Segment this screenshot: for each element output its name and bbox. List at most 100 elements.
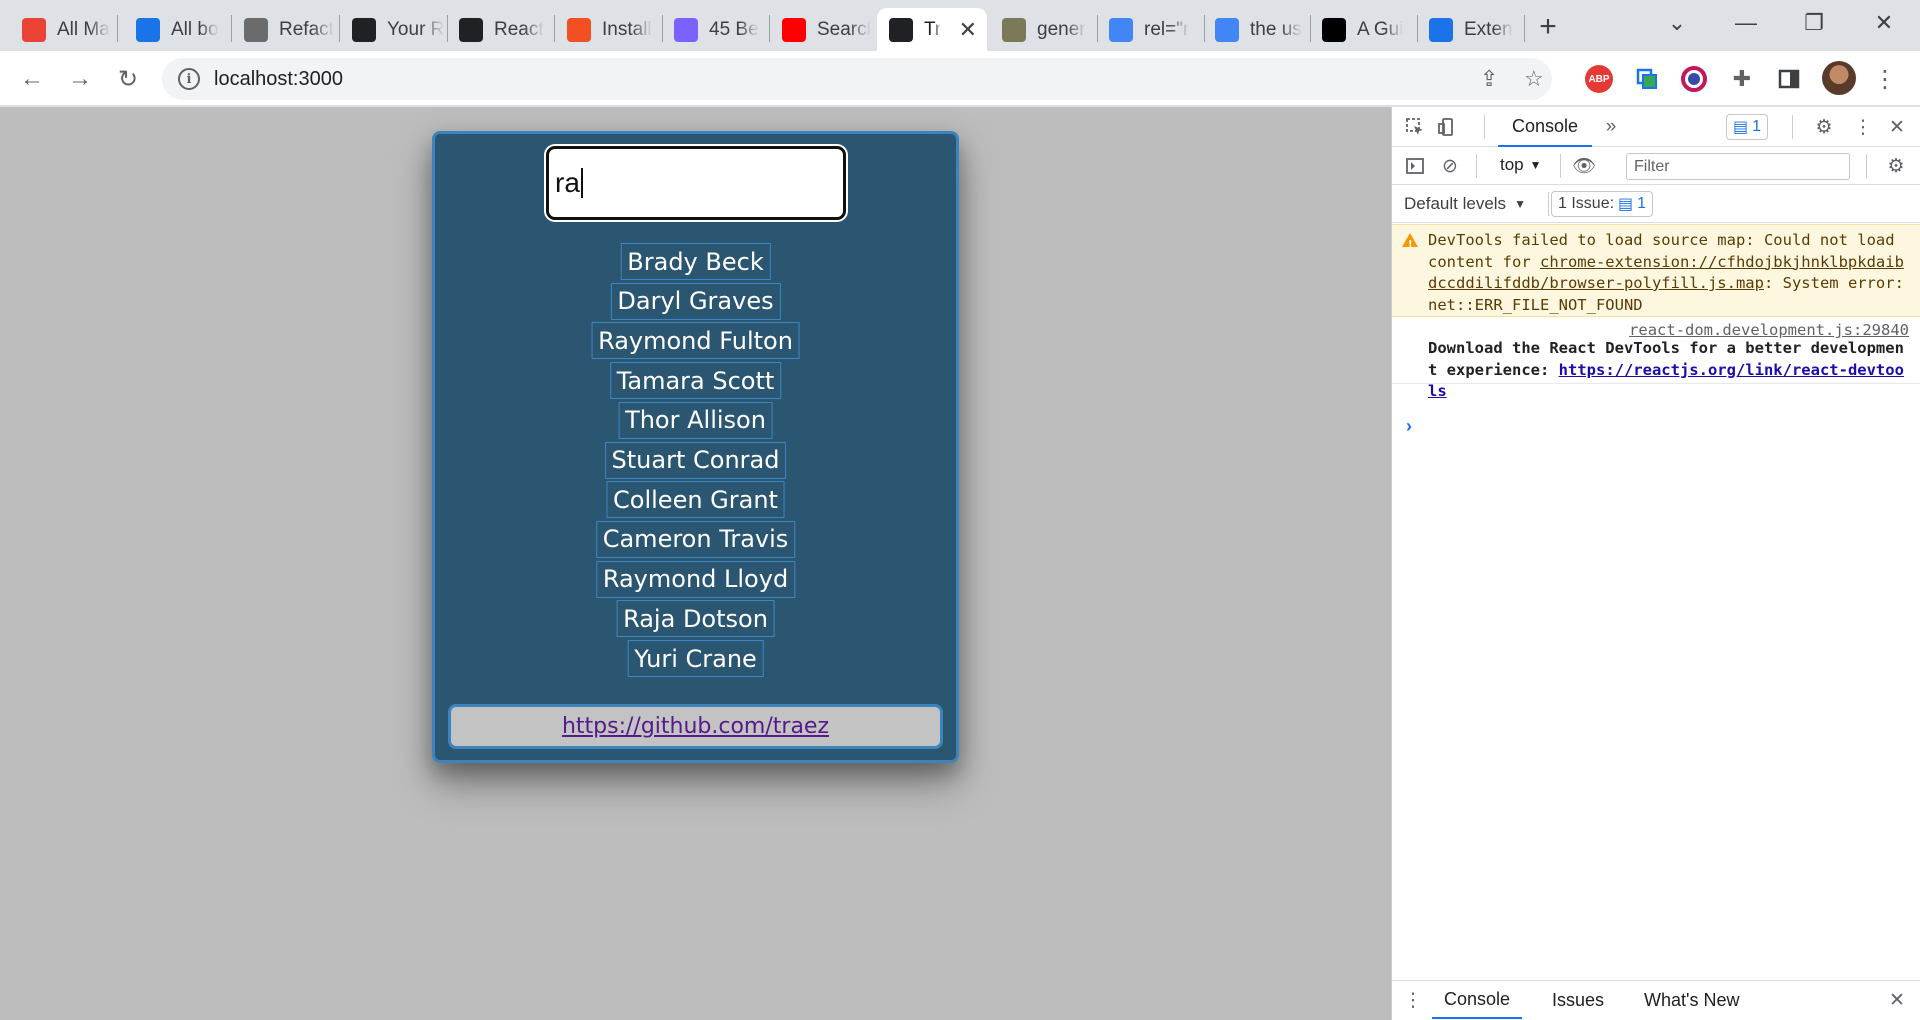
browser-tab[interactable]: Tr ✕ xyxy=(877,8,987,51)
filter-placeholder: Filter xyxy=(1634,157,1670,175)
console-warning-message: DevTools failed to load source map: Coul… xyxy=(1392,224,1920,317)
side-panel-icon[interactable] xyxy=(1774,64,1804,94)
browser-tab[interactable]: Exten xyxy=(1417,8,1523,51)
browser-tab[interactable]: Searcl xyxy=(770,8,876,51)
context-selector[interactable]: top ▼ xyxy=(1500,155,1542,175)
console-toolbar: ⊘ top ▼ 👁 Filter ⚙ xyxy=(1392,147,1920,185)
restore-button[interactable]: ❐ xyxy=(1780,0,1848,45)
devtools-drawer: ⋮ Console Issues What's New ✕ xyxy=(1392,980,1920,1020)
adblock-plus-icon[interactable]: ABP xyxy=(1584,64,1614,94)
close-tab-icon[interactable]: ✕ xyxy=(959,17,977,43)
issues-badge-top[interactable]: ▤ 1 xyxy=(1726,114,1769,140)
profile-avatar[interactable] xyxy=(1822,61,1856,95)
warning-icon xyxy=(1402,233,1418,256)
forward-arrow-icon[interactable]: → xyxy=(64,63,96,95)
github-link[interactable]: https://github.com/traez xyxy=(562,714,829,739)
console-info-message: react-dom.development.js:29840 Download … xyxy=(1392,318,1920,400)
address-text[interactable]: localhost:3000 xyxy=(214,68,343,91)
issues-count: 1 xyxy=(1637,195,1647,212)
drawer-tab-console[interactable]: Console xyxy=(1432,981,1523,1019)
browser-tab[interactable]: All bo xyxy=(124,8,230,51)
new-tab-button[interactable]: + xyxy=(1530,9,1566,45)
tab-title: gener xyxy=(1037,18,1086,40)
share-icon[interactable]: ⇪ xyxy=(1480,66,1498,92)
tab-title: React xyxy=(494,18,544,40)
text-caret xyxy=(580,168,583,198)
issues-button[interactable]: 1 Issue: ▤ 1 xyxy=(1551,191,1654,217)
tab-title: All Ma xyxy=(57,18,110,40)
sidebar-toggle-icon[interactable] xyxy=(1402,153,1428,179)
back-arrow-icon[interactable]: ← xyxy=(16,63,48,95)
drawer-tab-issues[interactable]: Issues xyxy=(1540,981,1616,1019)
browser-tab[interactable]: Install xyxy=(555,8,661,51)
bookmark-star-icon[interactable]: ☆ xyxy=(1524,66,1544,92)
clear-console-icon[interactable]: ⊘ xyxy=(1437,153,1463,179)
name-list-item: Yuri Crane xyxy=(627,640,764,677)
browser-tab[interactable]: the us xyxy=(1203,8,1309,51)
tab-strip: All Ma All bo Refact Your R React Install 45 B… xyxy=(0,0,1920,51)
console-prompt-chevron-icon[interactable]: › xyxy=(1406,416,1412,437)
name-list-item: Raymond Lloyd xyxy=(595,560,796,598)
minimize-button[interactable]: — xyxy=(1712,0,1780,45)
message-icon: ▤ xyxy=(1618,196,1634,213)
devtools-menu-icon[interactable]: ⋮ xyxy=(1850,114,1876,140)
console-filter-input[interactable]: Filter xyxy=(1626,153,1850,180)
browser-tab[interactable]: A Gui xyxy=(1310,8,1416,51)
devtools-panel: Console » ▤ 1 ⚙ ⋮ ✕ ⊘ top ▼ 👁 Filter ⚙ D… xyxy=(1391,107,1920,1020)
drawer-menu-icon[interactable]: ⋮ xyxy=(1400,987,1426,1013)
toolbar-divider xyxy=(1548,192,1549,216)
live-expression-eye-icon[interactable]: 👁 xyxy=(1571,153,1597,179)
name-list-item: Daryl Graves xyxy=(610,282,781,320)
devtools-main-toolbar: Console » ▤ 1 ⚙ ⋮ ✕ xyxy=(1392,107,1920,147)
console-settings-gear-icon[interactable]: ⚙ xyxy=(1883,153,1909,179)
more-tabs-chevron-icon[interactable]: » xyxy=(1598,114,1624,140)
browser-tab[interactable]: gener xyxy=(990,8,1096,51)
browser-tab[interactable]: 45 Be xyxy=(662,8,768,51)
tab-console[interactable]: Console xyxy=(1498,107,1593,147)
page-viewport: ra Brady Beck Daryl Graves Raymond Fulton T… xyxy=(0,107,1391,1020)
message-icon: ▤ xyxy=(1733,119,1749,136)
tab-title: Your R xyxy=(387,18,445,40)
context-label: top xyxy=(1500,155,1524,174)
tab-title: Tr xyxy=(924,18,942,40)
youtube-icon xyxy=(782,17,806,42)
c-letter-icon xyxy=(674,17,698,42)
puzzle-icon xyxy=(1429,17,1453,42)
google-icon xyxy=(1109,17,1133,42)
close-drawer-icon[interactable]: ✕ xyxy=(1884,987,1910,1013)
name-search-input[interactable]: ra xyxy=(546,146,846,220)
address-bar[interactable]: i localhost:3000 ⇪ ☆ xyxy=(162,58,1552,100)
tab-title: All bo xyxy=(171,18,219,40)
toolbar-divider xyxy=(1560,154,1561,178)
footer: https://github.com/traez xyxy=(448,704,943,749)
browser-tab[interactable]: Your R xyxy=(340,8,446,51)
console-levels-bar: Default levels ▼ 1 Issue: ▤ 1 xyxy=(1392,185,1920,223)
toolbar-divider xyxy=(1866,154,1867,178)
chatgpt-icon xyxy=(244,17,268,42)
browser-tab[interactable]: rel="r xyxy=(1097,8,1203,51)
settings-gear-icon[interactable]: ⚙ xyxy=(1811,114,1837,140)
tab-title: Searcl xyxy=(817,18,871,40)
browser-toolbar: ← → ↻ i localhost:3000 ⇪ ☆ ABP ✚ ⋮ xyxy=(0,51,1920,106)
log-levels-dropdown[interactable]: Default levels ▼ xyxy=(1404,194,1526,214)
color-picker-extension-icon[interactable] xyxy=(1679,64,1709,94)
pixel-pattern-icon xyxy=(1002,17,1026,42)
tab-search-chevron-icon[interactable]: ⌄ xyxy=(1643,0,1711,45)
site-info-icon[interactable]: i xyxy=(178,68,200,90)
gmail-icon xyxy=(22,17,46,42)
browser-tab[interactable]: Refact xyxy=(232,8,338,51)
cloud-icon xyxy=(136,17,160,42)
extension-copy-icon[interactable] xyxy=(1632,64,1662,94)
extensions-puzzle-icon[interactable]: ✚ xyxy=(1727,64,1757,94)
browser-tab[interactable]: React xyxy=(447,8,553,51)
close-devtools-icon[interactable]: ✕ xyxy=(1884,114,1910,140)
reload-icon[interactable]: ↻ xyxy=(112,63,144,95)
drawer-tab-whats-new[interactable]: What's New xyxy=(1632,981,1751,1019)
close-window-button[interactable]: ✕ xyxy=(1850,0,1918,45)
medium-icon xyxy=(1322,17,1346,42)
browser-tab[interactable]: All Ma xyxy=(10,8,116,51)
device-toolbar-icon[interactable] xyxy=(1434,114,1460,140)
browser-menu-icon[interactable]: ⋮ xyxy=(1870,64,1900,94)
toolbar-divider xyxy=(1476,154,1477,178)
inspect-element-icon[interactable] xyxy=(1402,114,1428,140)
